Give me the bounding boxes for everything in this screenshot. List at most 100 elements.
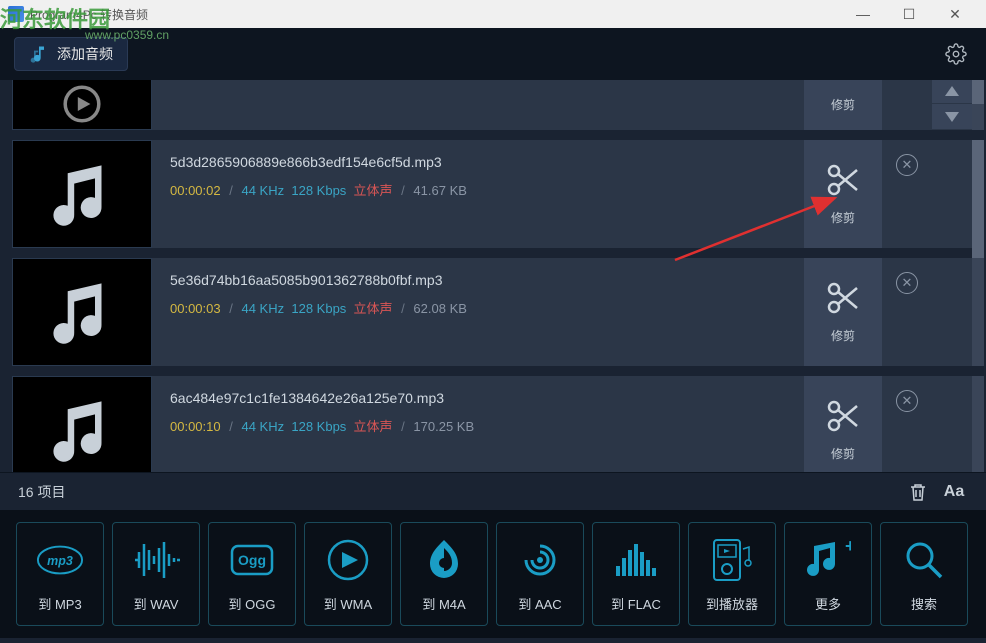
file-name: 5e36d74bb16aa5085b901362788b0fbf.mp3 bbox=[170, 272, 786, 288]
status-bar: 16 项目 Aa bbox=[0, 472, 986, 510]
wav-icon bbox=[132, 536, 180, 584]
file-thumbnail[interactable] bbox=[12, 258, 152, 366]
scissors-icon bbox=[825, 162, 861, 203]
file-body[interactable]: 5d3d2865906889e866b3edf154e6cf5d.mp3 00:… bbox=[152, 140, 804, 248]
sort-column bbox=[932, 80, 972, 130]
format-m4a-button[interactable]: 到 M4A bbox=[400, 522, 488, 626]
maximize-button[interactable]: ☐ bbox=[886, 0, 932, 28]
file-body[interactable] bbox=[152, 80, 804, 130]
svg-text:Ogg: Ogg bbox=[238, 552, 266, 568]
add-audio-button[interactable]: 添加音频 bbox=[14, 37, 128, 71]
triangle-down-icon bbox=[945, 112, 959, 122]
close-icon: ✕ bbox=[902, 157, 913, 173]
file-channels: 立体声 bbox=[350, 419, 393, 434]
more-icon: + bbox=[804, 536, 852, 584]
file-size: 170.25 KB bbox=[413, 419, 474, 434]
play-circle-icon bbox=[52, 83, 112, 125]
format-wav-button[interactable]: 到 WAV bbox=[112, 522, 200, 626]
trim-button[interactable]: 修剪 bbox=[804, 258, 882, 366]
trim-label: 修剪 bbox=[831, 327, 855, 344]
format-flac-button[interactable]: 到 FLAC bbox=[592, 522, 680, 626]
file-meta: 00:00:10 / 44 KHz 128 Kbps 立体声 / 170.25 … bbox=[170, 416, 786, 435]
mp3-icon: mp3 bbox=[36, 536, 84, 584]
spacer-col bbox=[932, 258, 972, 366]
file-meta: 00:00:03 / 44 KHz 128 Kbps 立体声 / 62.08 K… bbox=[170, 298, 786, 317]
format-label: 到 AAC bbox=[518, 594, 561, 613]
trim-button[interactable]: 修剪 bbox=[804, 80, 882, 130]
format-label: 到 MP3 bbox=[38, 594, 81, 613]
format-aac-button[interactable]: 到 AAC bbox=[496, 522, 584, 626]
format-player-button[interactable]: 到播放器 bbox=[688, 522, 776, 626]
search-icon bbox=[900, 536, 948, 584]
toolbar: 添加音频 bbox=[0, 28, 986, 80]
close-window-button[interactable]: ✕ bbox=[932, 0, 978, 28]
move-down-button[interactable] bbox=[932, 104, 972, 130]
file-size: 62.08 KB bbox=[413, 301, 467, 316]
format-label: 到 M4A bbox=[422, 594, 465, 613]
wma-icon bbox=[324, 536, 372, 584]
text-size-button[interactable]: Aa bbox=[940, 478, 968, 506]
file-frequency: 44 KHz bbox=[241, 419, 284, 434]
file-bitrate: 128 Kbps bbox=[288, 183, 347, 198]
file-body[interactable]: 5e36d74bb16aa5085b901362788b0fbf.mp3 00:… bbox=[152, 258, 804, 366]
player-icon bbox=[708, 536, 756, 584]
file-thumbnail[interactable] bbox=[12, 376, 152, 472]
app-icon bbox=[8, 6, 24, 22]
trim-button[interactable]: 修剪 bbox=[804, 376, 882, 472]
file-duration: 00:00:10 bbox=[170, 419, 221, 434]
file-name: 5d3d2865906889e866b3edf154e6cf5d.mp3 bbox=[170, 154, 786, 170]
scrollbar[interactable] bbox=[972, 376, 984, 472]
file-thumbnail[interactable] bbox=[12, 80, 152, 130]
scissors-icon bbox=[825, 398, 861, 439]
format-search-button[interactable]: 搜索 bbox=[880, 522, 968, 626]
trash-icon bbox=[909, 482, 927, 502]
file-body[interactable]: 6ac484e97c1c1fe1384642e26a125e70.mp3 00:… bbox=[152, 376, 804, 472]
format-mp3-button[interactable]: mp3 到 MP3 bbox=[16, 522, 104, 626]
file-side: ✕ bbox=[882, 376, 932, 472]
file-side: ✕ bbox=[882, 140, 932, 248]
trim-label: 修剪 bbox=[831, 445, 855, 462]
file-size: 41.67 KB bbox=[413, 183, 467, 198]
format-label: 搜索 bbox=[911, 594, 937, 613]
minimize-button[interactable]: — bbox=[840, 0, 886, 28]
svg-text:+: + bbox=[845, 538, 851, 556]
file-duration: 00:00:02 bbox=[170, 183, 221, 198]
file-name: 6ac484e97c1c1fe1384642e26a125e70.mp3 bbox=[170, 390, 786, 406]
add-audio-label: 添加音频 bbox=[57, 44, 113, 64]
close-icon: ✕ bbox=[902, 393, 913, 409]
file-meta: 00:00:02 / 44 KHz 128 Kbps 立体声 / 41.67 K… bbox=[170, 180, 786, 199]
move-up-button[interactable] bbox=[932, 80, 972, 104]
remove-file-button[interactable]: ✕ bbox=[896, 154, 918, 176]
remove-file-button[interactable]: ✕ bbox=[896, 390, 918, 412]
scrollbar[interactable] bbox=[972, 258, 984, 366]
file-side bbox=[882, 80, 932, 130]
format-wma-button[interactable]: 到 WMA bbox=[304, 522, 392, 626]
gear-icon bbox=[945, 43, 967, 65]
item-count-label: 16 项目 bbox=[18, 482, 65, 502]
settings-button[interactable] bbox=[940, 38, 972, 70]
trim-button[interactable]: 修剪 bbox=[804, 140, 882, 248]
scissors-icon bbox=[825, 280, 861, 321]
scrollbar[interactable] bbox=[972, 140, 984, 248]
triangle-up-icon bbox=[945, 86, 959, 96]
file-row-partial: 修剪 bbox=[12, 80, 984, 130]
file-thumbnail[interactable] bbox=[12, 140, 152, 248]
svg-text:mp3: mp3 bbox=[47, 553, 73, 567]
format-label: 到 WAV bbox=[134, 594, 179, 613]
file-duration: 00:00:03 bbox=[170, 301, 221, 316]
format-label: 到 WMA bbox=[324, 594, 372, 613]
file-row: 5e36d74bb16aa5085b901362788b0fbf.mp3 00:… bbox=[12, 258, 984, 366]
delete-button[interactable] bbox=[904, 478, 932, 506]
file-side: ✕ bbox=[882, 258, 932, 366]
app-title: Program4Pc 转换音频 bbox=[30, 6, 148, 23]
file-channels: 立体声 bbox=[350, 301, 393, 316]
format-more-button[interactable]: + 更多 bbox=[784, 522, 872, 626]
scrollbar[interactable] bbox=[972, 80, 984, 130]
close-icon: ✕ bbox=[902, 275, 913, 291]
format-ogg-button[interactable]: Ogg 到 OGG bbox=[208, 522, 296, 626]
format-label: 更多 bbox=[815, 594, 841, 613]
remove-file-button[interactable]: ✕ bbox=[896, 272, 918, 294]
aac-icon bbox=[516, 536, 564, 584]
m4a-icon bbox=[420, 536, 468, 584]
music-note-icon bbox=[29, 44, 49, 64]
